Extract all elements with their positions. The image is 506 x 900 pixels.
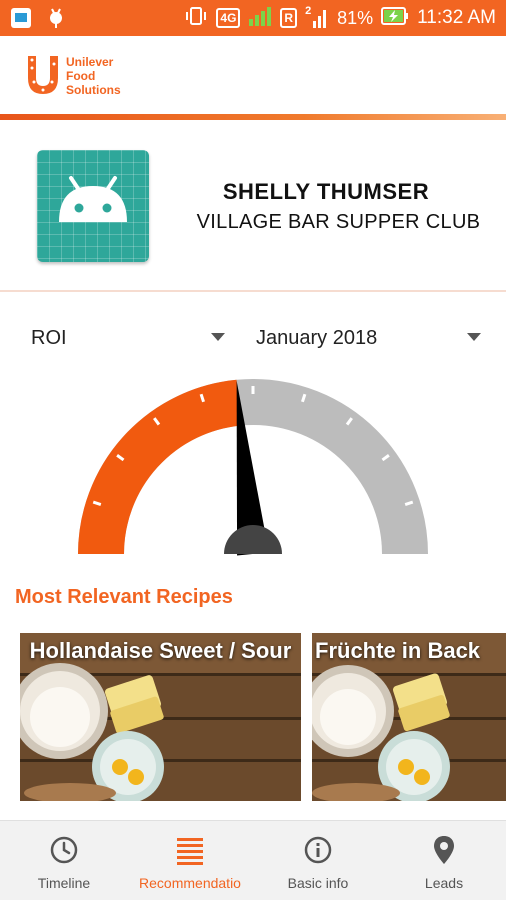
nav-basic-info-label: Basic info	[287, 875, 349, 891]
contact-name: SHELLY THUMSER	[222, 179, 430, 204]
profile-card: SHELLY THUMSER VILLAGE BAR SUPPER CLUB	[0, 120, 506, 292]
app-header: Unilever Food Solutions	[0, 36, 506, 114]
business-name: VILLAGE BAR SUPPER CLUB	[196, 211, 481, 233]
clock-time: 11:32 AM	[417, 7, 496, 28]
network-type-badge: 4G	[216, 8, 241, 28]
battery-percent: 81%	[337, 7, 374, 28]
unilever-logo-icon[interactable]	[24, 54, 62, 96]
signal-icon	[248, 5, 272, 32]
recipe-title: Hollandaise Sweet / Sour	[29, 638, 292, 663]
month-dropdown[interactable]: January 2018	[256, 318, 486, 358]
bottom-navigation: Timeline Recommendatio Basic info Leads	[0, 820, 506, 900]
screen-icon	[10, 7, 32, 34]
map-pin-icon	[432, 835, 456, 870]
nav-basic-info[interactable]: Basic info	[268, 821, 368, 900]
metric-dropdown[interactable]: ROI	[31, 318, 236, 358]
chevron-down-icon	[211, 333, 225, 341]
sim-slot-label: 2	[305, 5, 312, 17]
roi-gauge	[78, 379, 428, 556]
info-icon	[303, 835, 333, 870]
nav-timeline-label: Timeline	[37, 875, 91, 891]
vibrate-icon	[184, 6, 208, 31]
month-selected: January 2018	[256, 326, 378, 349]
nav-recommendations-label: Recommendatio	[139, 875, 241, 891]
signal-2-icon: 2	[305, 5, 329, 29]
avatar[interactable]	[37, 150, 149, 262]
brand-name: Unilever Food Solutions	[66, 55, 121, 97]
nav-leads[interactable]: Leads	[394, 821, 494, 900]
chevron-down-icon	[467, 333, 481, 341]
brand-line-3: Solutions	[66, 83, 121, 97]
roaming-badge: R	[280, 8, 298, 28]
metric-selected: ROI	[31, 326, 67, 349]
brand-line-1: Unilever	[66, 55, 114, 69]
recipe-title: Früchte in Back	[315, 638, 481, 663]
battery-charging-icon	[381, 6, 409, 31]
gauge-hub	[224, 525, 282, 554]
status-bar: 4G R 2 81% 11:32 AM	[0, 0, 506, 36]
brand-line-2: Food	[66, 69, 96, 83]
nav-leads-label: Leads	[424, 875, 464, 891]
android-notification-icon	[46, 7, 66, 34]
nav-timeline[interactable]: Timeline	[14, 821, 114, 900]
android-icon	[59, 176, 127, 222]
clock-icon	[49, 835, 79, 870]
list-icon	[176, 835, 204, 870]
nav-recommendations[interactable]: Recommendatio	[132, 821, 248, 900]
gauge-fill	[78, 379, 242, 555]
recipe-card[interactable]: Hollandaise Sweet / Sour	[20, 633, 301, 801]
recipes-section-title: Most Relevant Recipes	[15, 586, 233, 608]
recipe-card[interactable]: Früchte in Back	[312, 633, 506, 801]
